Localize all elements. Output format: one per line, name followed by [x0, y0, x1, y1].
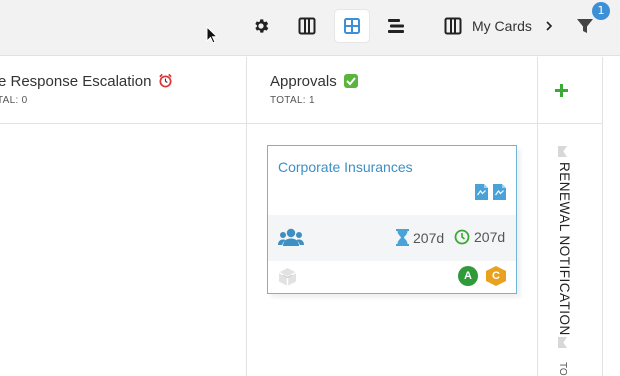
plus-icon — [555, 84, 568, 97]
alarm-clock-icon — [158, 73, 172, 88]
column-divider — [537, 57, 538, 376]
card-title[interactable]: Corporate Insurances — [278, 159, 413, 175]
flag-icon — [558, 146, 567, 157]
column-title: Approvals — [270, 73, 358, 90]
column-header-approvals[interactable]: Approvals TOTAL: 1 — [247, 57, 537, 124]
columns-icon — [298, 17, 316, 35]
column-view-button[interactable] — [290, 10, 324, 42]
chevron-right-icon — [546, 21, 553, 31]
grid-icon — [344, 18, 360, 34]
filter-count-badge: 1 — [592, 2, 610, 20]
rows-icon — [388, 19, 404, 33]
document-icon[interactable] — [475, 184, 488, 200]
elapsed-duration: 207d — [396, 229, 444, 246]
hourglass-icon — [396, 229, 409, 246]
card-footer: A C — [268, 261, 516, 294]
elapsed-value: 207d — [413, 229, 445, 246]
kanban-card[interactable]: Corporate Insurances 207d 207d A C — [267, 145, 517, 294]
check-mark-icon — [343, 74, 358, 88]
assignee-avatar[interactable]: A — [458, 266, 478, 286]
settings-button[interactable] — [244, 10, 278, 42]
column-header-escalation[interactable]: e Response Escalation TAL: 0 — [0, 57, 246, 124]
card-attachments — [475, 184, 506, 200]
clock-icon — [454, 229, 470, 245]
header-divider — [538, 123, 602, 124]
age-value: 207d — [474, 229, 506, 245]
card-metrics-row: 207d 207d — [268, 215, 516, 261]
flag-icon — [558, 337, 567, 348]
my-cards-selector[interactable]: My Cards — [444, 10, 554, 42]
collapsed-column-total: TO — [557, 362, 568, 376]
column-title: e Response Escalation — [0, 73, 173, 90]
assignee-avatar[interactable]: C — [486, 266, 506, 286]
cube-icon — [278, 268, 297, 286]
gear-icon — [255, 19, 269, 33]
column-total: TOTAL: 1 — [270, 95, 315, 106]
column-divider — [602, 57, 603, 376]
top-toolbar: My Cards 1 — [0, 0, 620, 56]
my-cards-label: My Cards — [472, 18, 532, 34]
collapsed-column-title: RENEWAL NOTIFICATION — [557, 162, 572, 336]
collapsed-column-renewal[interactable]: RENEWAL NOTIFICATION TO — [545, 140, 585, 376]
filter-button[interactable]: 1 — [568, 2, 610, 42]
group-icon — [278, 228, 304, 246]
age-duration: 207d — [454, 229, 505, 245]
add-column-button[interactable] — [555, 81, 568, 102]
document-icon[interactable] — [493, 184, 506, 200]
mouse-cursor-icon — [206, 26, 218, 44]
filter-icon — [577, 19, 593, 33]
columns-icon — [444, 17, 462, 35]
column-total: TAL: 0 — [0, 95, 28, 106]
list-view-button[interactable] — [379, 10, 413, 42]
grid-view-button[interactable] — [335, 10, 369, 42]
